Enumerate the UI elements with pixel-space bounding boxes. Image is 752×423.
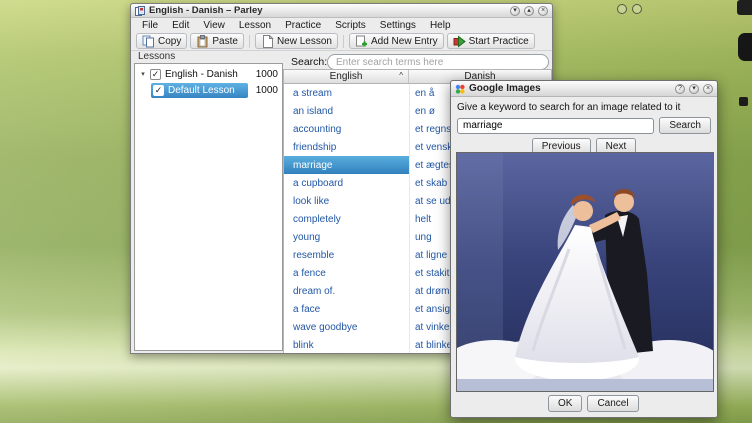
cell-english[interactable]: friendship — [284, 138, 409, 156]
cell-english[interactable]: completely — [284, 210, 409, 228]
sort-ascending-icon: ^ — [399, 71, 403, 80]
cell-english[interactable]: a fence — [284, 264, 409, 282]
dialog-titlebar[interactable]: Google Images ? ▾ × — [451, 81, 717, 97]
column-header-english[interactable]: English ^ — [284, 70, 409, 83]
keyword-input[interactable] — [457, 118, 654, 134]
desktop-ornament-circle — [617, 4, 627, 14]
ok-button[interactable]: OK — [548, 395, 582, 412]
cell-english[interactable]: a cupboard — [284, 174, 409, 192]
cell-english[interactable]: marriage — [284, 156, 409, 174]
add-new-entry-icon — [355, 35, 368, 48]
desktop-widget-clipped — [739, 97, 748, 106]
toolbar: Copy Paste New Lesson Add Ne — [131, 32, 552, 51]
dialog-close-button[interactable]: × — [703, 84, 713, 94]
copy-label: Copy — [158, 36, 181, 47]
lessons-panel-title: Lessons — [134, 51, 283, 63]
lesson-label[interactable]: English - Danish — [165, 69, 238, 80]
new-lesson-label: New Lesson — [277, 36, 332, 47]
image-result-frame — [456, 152, 714, 392]
new-lesson-button[interactable]: New Lesson — [255, 33, 338, 49]
paste-label: Paste — [212, 36, 238, 47]
lesson-label[interactable]: Default Lesson — [168, 85, 235, 96]
menu-view[interactable]: View — [196, 20, 232, 31]
menu-lesson[interactable]: Lesson — [232, 20, 278, 31]
cell-english[interactable]: blink — [284, 336, 409, 353]
lessons-panel: Lessons ▾ ✓ English - Danish 1000 ✓ Defa… — [134, 51, 283, 351]
lessons-tree[interactable]: ▾ ✓ English - Danish 1000 ✓ Default Less… — [134, 63, 283, 351]
lesson-checkbox[interactable]: ✓ — [150, 69, 161, 80]
menu-practice[interactable]: Practice — [278, 20, 328, 31]
menu-file[interactable]: File — [135, 20, 165, 31]
dialog-help-button[interactable]: ? — [675, 84, 685, 94]
lesson-checkbox[interactable]: ✓ — [153, 85, 164, 96]
cell-english[interactable]: resemble — [284, 246, 409, 264]
menu-settings[interactable]: Settings — [373, 20, 423, 31]
cell-english[interactable]: a stream — [284, 84, 409, 102]
cancel-button[interactable]: Cancel — [587, 395, 638, 412]
parley-app-icon — [135, 6, 145, 16]
keyword-prompt: Give a keyword to search for an image re… — [457, 102, 711, 113]
window-titlebar[interactable]: English - Danish – Parley ▾ ▴ × — [131, 4, 552, 18]
cell-english[interactable]: an island — [284, 102, 409, 120]
google-images-dialog: Google Images ? ▾ × Give a keyword to se… — [450, 80, 718, 418]
cell-english[interactable]: dream of. — [284, 282, 409, 300]
search-input[interactable] — [327, 54, 549, 70]
menu-bar: FileEditViewLessonPracticeScriptsSetting… — [131, 18, 552, 32]
menu-help[interactable]: Help — [423, 20, 458, 31]
lesson-count: 1000 — [248, 69, 278, 80]
desktop-ornament-circle — [632, 4, 642, 14]
menu-edit[interactable]: Edit — [165, 20, 196, 31]
cell-english[interactable]: look like — [284, 192, 409, 210]
copy-icon — [142, 35, 155, 48]
lesson-root-row[interactable]: ▾ ✓ English - Danish 1000 — [135, 66, 282, 82]
desktop-widget-clipped — [738, 33, 752, 61]
paste-icon — [196, 35, 209, 48]
cell-english[interactable]: accounting — [284, 120, 409, 138]
window-title: English - Danish – Parley — [149, 5, 506, 16]
minimize-button[interactable]: ▾ — [510, 6, 520, 16]
add-new-entry-button[interactable]: Add New Entry — [349, 33, 444, 49]
cell-english[interactable]: young — [284, 228, 409, 246]
dialog-title: Google Images — [469, 83, 671, 94]
google-images-icon — [455, 84, 465, 94]
toolbar-separator — [249, 35, 250, 48]
paste-button[interactable]: Paste — [190, 33, 244, 49]
maximize-button[interactable]: ▴ — [524, 6, 534, 16]
cell-english[interactable]: wave goodbye — [284, 318, 409, 336]
cell-english[interactable]: a face — [284, 300, 409, 318]
wedding-couple-photo — [457, 153, 713, 391]
start-practice-icon — [453, 35, 466, 48]
column-header-english-label: English — [330, 71, 363, 82]
new-lesson-icon — [261, 35, 274, 48]
menu-scripts[interactable]: Scripts — [328, 20, 373, 31]
start-practice-button[interactable]: Start Practice — [447, 33, 535, 49]
add-new-entry-label: Add New Entry — [371, 36, 438, 47]
lesson-child-row[interactable]: ✓ Default Lesson 1000 — [135, 82, 282, 98]
desktop-widget-clipped — [737, 0, 752, 15]
lesson-count: 1000 — [248, 85, 278, 96]
search-label: Search: — [291, 56, 327, 68]
close-button[interactable]: × — [538, 6, 548, 16]
start-practice-label: Start Practice — [469, 36, 529, 47]
dialog-shade-button[interactable]: ▾ — [689, 84, 699, 94]
copy-button[interactable]: Copy — [136, 33, 187, 49]
toolbar-separator — [343, 35, 344, 48]
search-button[interactable]: Search — [659, 117, 711, 134]
expander-icon[interactable]: ▾ — [138, 70, 148, 78]
